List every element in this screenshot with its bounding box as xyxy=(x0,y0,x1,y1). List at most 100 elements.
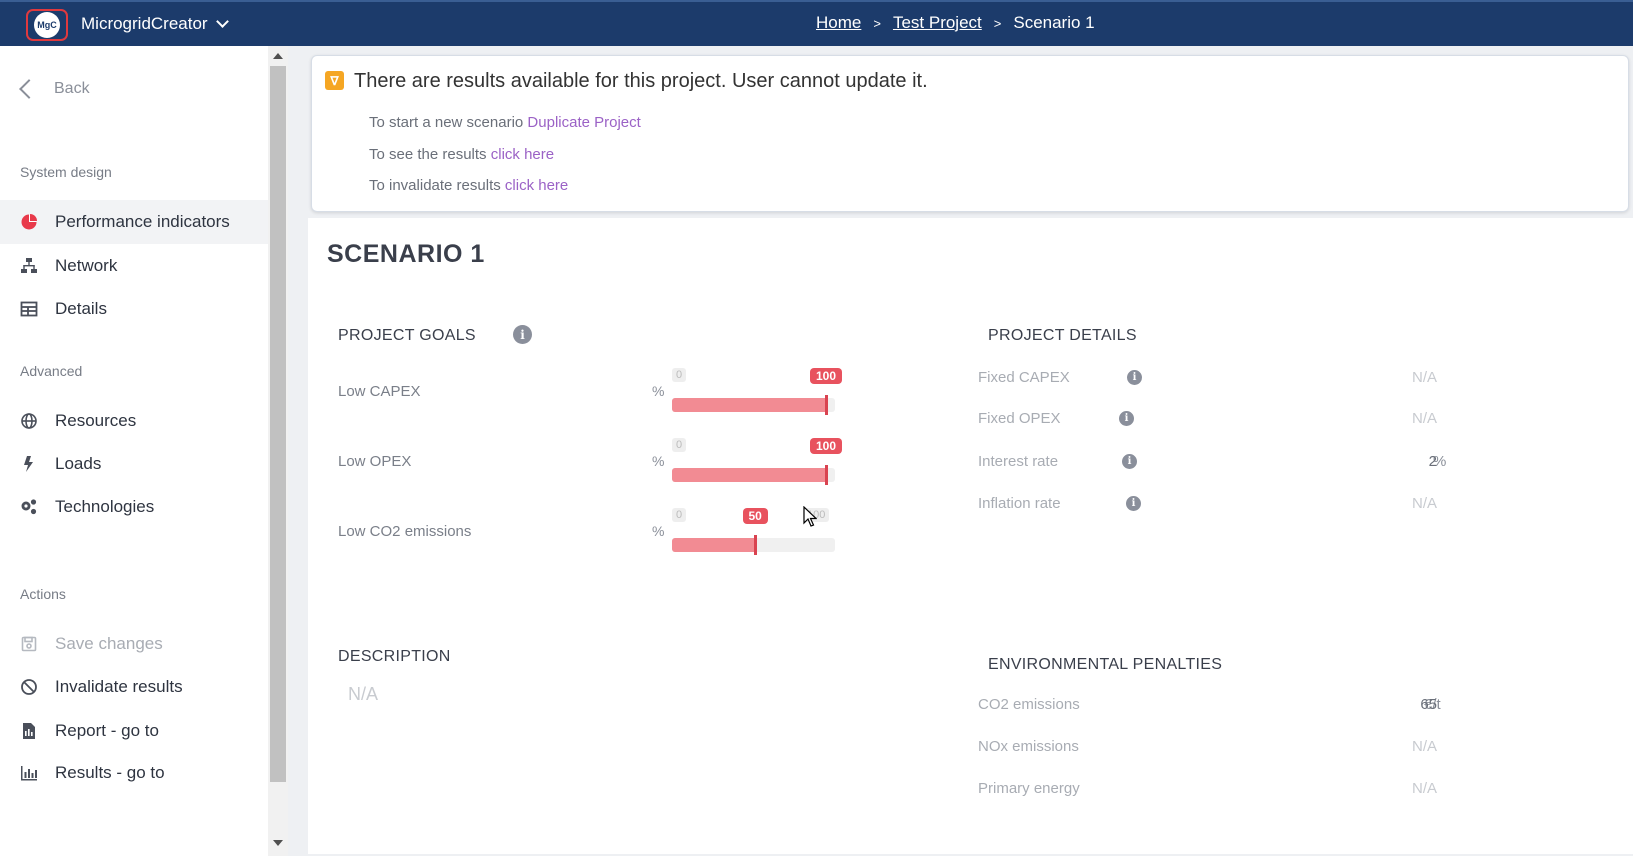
alert-title: There are results available for this pro… xyxy=(354,70,928,92)
slider-min-label: 0 xyxy=(672,368,687,382)
save-icon xyxy=(20,635,38,653)
mouse-cursor-icon xyxy=(803,506,817,527)
chevron-left-icon xyxy=(19,79,39,99)
duplicate-project-link[interactable]: Duplicate Project xyxy=(527,114,640,131)
detail-value: N/A xyxy=(1411,410,1437,427)
sidebar-item-report[interactable]: Report - go to xyxy=(0,709,268,753)
breadcrumb-current: Scenario 1 xyxy=(1013,13,1095,32)
table-icon xyxy=(20,300,38,318)
top-bar: MgC MicrogridCreator Home > Test Project… xyxy=(0,0,1633,46)
slider-value-label: 100 xyxy=(810,438,843,454)
scroll-down-arrow-icon[interactable] xyxy=(273,840,283,846)
sidebar-item-details[interactable]: Details xyxy=(0,287,268,331)
report-icon xyxy=(20,722,38,740)
globe-icon xyxy=(20,412,38,430)
slider-handle[interactable] xyxy=(825,465,828,485)
sidebar-scrollbar[interactable] xyxy=(268,46,288,856)
penalty-label: NOx emissions xyxy=(978,738,1079,755)
sidebar-item-label: Results - go to xyxy=(55,763,165,782)
penalty-label: Primary energy xyxy=(978,780,1080,797)
goal-slider-low-co2[interactable] xyxy=(672,535,835,555)
sidebar-item-resources[interactable]: Resources xyxy=(0,399,268,443)
sidebar-item-label: Technologies xyxy=(55,497,155,516)
back-button[interactable]: Back xyxy=(16,79,90,99)
slider-handle[interactable] xyxy=(754,535,757,555)
sidebar-item-network[interactable]: Network xyxy=(0,244,268,288)
breadcrumb-project-link[interactable]: Test Project xyxy=(893,13,982,33)
section-label-advanced: Advanced xyxy=(20,363,83,379)
back-label: Back xyxy=(54,80,90,97)
sidebar-item-invalidate-results[interactable]: Invalidate results xyxy=(0,665,268,709)
info-icon[interactable]: i xyxy=(1127,370,1142,385)
sidebar-item-label: Performance indicators xyxy=(55,212,230,231)
detail-label: Fixed OPEX xyxy=(978,410,1061,427)
slider-value-label: 100 xyxy=(810,368,843,384)
scroll-up-arrow-icon[interactable] xyxy=(273,53,283,59)
goal-unit: % xyxy=(652,523,665,539)
app-switcher[interactable]: MicrogridCreator xyxy=(81,14,229,34)
detail-value: N/A xyxy=(1411,495,1437,512)
scenario-card: SCENARIO 1 PROJECT GOALS i Low CAPEX % 0… xyxy=(308,218,1633,854)
pie-chart-icon xyxy=(20,213,38,231)
breadcrumb: Home > Test Project > Scenario 1 xyxy=(816,13,1095,33)
breadcrumb-separator: > xyxy=(873,15,881,31)
see-results-link[interactable]: click here xyxy=(491,146,554,163)
goal-unit: % xyxy=(652,453,665,469)
detail-label: Inflation rate xyxy=(978,495,1061,512)
goal-label: Low CO2 emissions xyxy=(338,523,472,540)
detail-value: N/A xyxy=(1411,369,1437,386)
warning-icon: ∇ xyxy=(325,71,344,90)
sidebar-item-label: Resources xyxy=(55,411,137,430)
goal-slider-low-opex[interactable] xyxy=(672,465,835,485)
bolt-icon xyxy=(20,455,38,473)
slider-min-label: 0 xyxy=(672,508,687,522)
detail-value: 2 xyxy=(1428,453,1437,470)
invalidate-results-link[interactable]: click here xyxy=(505,177,568,194)
alert-invalidate-line: To invalidate results click here xyxy=(369,177,568,194)
slider-min-label: 0 xyxy=(672,438,687,452)
section-label-system-design: System design xyxy=(20,164,112,180)
detail-label: Fixed CAPEX xyxy=(978,369,1070,386)
sidebar-item-performance-indicators[interactable]: Performance indicators xyxy=(0,200,268,244)
network-icon xyxy=(20,257,38,275)
description-heading: DESCRIPTION xyxy=(338,648,451,665)
detail-label: Interest rate xyxy=(978,453,1059,470)
goal-label: Low CAPEX xyxy=(338,383,421,400)
info-icon[interactable]: i xyxy=(1126,496,1141,511)
environmental-penalties-heading: ENVIRONMENTAL PENALTIES xyxy=(988,656,1223,673)
info-icon[interactable]: i xyxy=(513,325,532,344)
project-goals-heading: PROJECT GOALS xyxy=(338,327,476,344)
info-icon[interactable]: i xyxy=(1119,411,1134,426)
bar-chart-icon xyxy=(20,764,38,782)
goal-label: Low OPEX xyxy=(338,453,412,470)
info-icon[interactable]: i xyxy=(1122,454,1137,469)
slider-fill xyxy=(672,538,756,552)
penalty-value: N/A xyxy=(1411,780,1437,797)
sidebar-item-technologies[interactable]: Technologies xyxy=(0,485,268,529)
penalty-value: N/A xyxy=(1411,738,1437,755)
gears-icon xyxy=(20,498,38,516)
slider-value-label: 50 xyxy=(742,508,768,524)
sidebar-item-label: Loads xyxy=(55,454,102,473)
goal-unit: % xyxy=(652,383,665,399)
sidebar-item-label: Save changes xyxy=(55,634,163,653)
goal-slider-low-capex[interactable] xyxy=(672,395,835,415)
sidebar-item-save-changes[interactable]: Save changes xyxy=(0,622,268,666)
results-alert: ∇ There are results available for this p… xyxy=(311,55,1629,212)
app-name: MicrogridCreator xyxy=(81,14,208,33)
app-logo[interactable]: MgC xyxy=(26,9,68,41)
alert-line-text: To see the results xyxy=(369,146,491,163)
scroll-thumb[interactable] xyxy=(270,66,286,782)
sidebar-item-results[interactable]: Results - go to xyxy=(0,751,268,795)
slider-fill xyxy=(672,468,827,482)
page-title: SCENARIO 1 xyxy=(327,240,485,268)
sidebar-item-label: Invalidate results xyxy=(55,677,183,696)
breadcrumb-home-link[interactable]: Home xyxy=(816,13,861,33)
sidebar-item-loads[interactable]: Loads xyxy=(0,442,268,486)
sidebar-item-label: Details xyxy=(55,299,107,318)
chevron-down-icon xyxy=(215,15,229,28)
alert-line-text: To start a new scenario xyxy=(369,114,528,131)
slider-handle[interactable] xyxy=(825,395,828,415)
alert-duplicate-line: To start a new scenario Duplicate Projec… xyxy=(369,114,641,131)
project-details-heading: PROJECT DETAILS xyxy=(988,327,1137,344)
